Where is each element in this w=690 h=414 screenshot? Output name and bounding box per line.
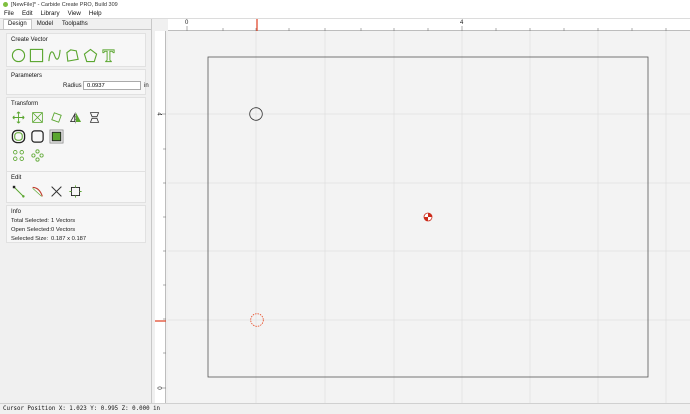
info-title: Info xyxy=(11,209,22,215)
radius-unit: in xyxy=(144,83,149,89)
mirror-icon[interactable] xyxy=(67,109,83,125)
bounding-box-icon[interactable] xyxy=(67,183,83,199)
edit-section: Edit xyxy=(6,171,146,203)
menu-library[interactable]: Library xyxy=(41,10,60,17)
info-total-selected: Total Selected: 1 Vectors xyxy=(11,218,75,224)
create-vector-section: Create Vector xyxy=(6,33,146,67)
ruler-left-label-4: 4 xyxy=(155,112,162,116)
design-canvas[interactable] xyxy=(168,31,690,403)
edit-title: Edit xyxy=(11,175,22,181)
ruler-top[interactable]: 0 4 xyxy=(168,19,690,31)
transform-title: Transform xyxy=(11,101,39,107)
fillet-icon[interactable] xyxy=(29,128,45,144)
rotate-icon[interactable] xyxy=(48,109,64,125)
side-panel: Design Model Toolpaths Create Vector Par… xyxy=(0,19,152,403)
info-label: Total Selected: xyxy=(11,218,50,224)
polyline-icon[interactable] xyxy=(64,47,80,63)
info-value: 0.187 x 0.187 xyxy=(51,236,87,242)
radius-label: Radius xyxy=(63,83,82,89)
info-open-selected: Open Selected:0 Vectors xyxy=(11,227,75,233)
circle-icon[interactable] xyxy=(10,47,26,63)
panel-tabs: Design Model Toolpaths xyxy=(0,19,151,30)
align-icon[interactable] xyxy=(86,109,102,125)
cursor-position: Cursor Position X: 1.023 Y: 0.995 Z: 0.0… xyxy=(3,406,161,412)
scale-icon[interactable] xyxy=(29,109,45,125)
parameters-title: Parameters xyxy=(11,73,43,79)
polygon-icon[interactable] xyxy=(82,47,98,63)
move-icon[interactable] xyxy=(10,109,26,125)
circular-array-icon[interactable] xyxy=(29,147,45,163)
info-value: 0 Vectors xyxy=(51,227,76,233)
origin-marker-icon xyxy=(423,212,433,222)
menu-bar: File Edit Library View Help xyxy=(0,9,690,19)
info-label: Open Selected: xyxy=(11,227,51,233)
parameters-section: Parameters Radius in xyxy=(6,69,149,95)
boolean-icon[interactable] xyxy=(48,128,64,144)
info-selected-size: Selected Size: 0.187 x 0.187 xyxy=(11,236,86,242)
menu-file[interactable]: File xyxy=(4,10,14,17)
title-bar: [NewFile]* - Carbide Create PRO, Build 3… xyxy=(0,0,690,9)
create-vector-title: Create Vector xyxy=(11,37,48,43)
ruler-corner xyxy=(155,19,168,31)
status-bar: Cursor Position X: 1.023 Y: 0.995 Z: 0.0… xyxy=(0,403,690,414)
smooth-icon[interactable] xyxy=(29,183,45,199)
ruler-top-label-4: 4 xyxy=(460,20,464,26)
ruler-left[interactable]: 4 0 xyxy=(155,31,166,403)
text-icon[interactable] xyxy=(100,47,116,63)
offset-icon[interactable] xyxy=(10,128,26,144)
window-title: [NewFile]* - Carbide Create PRO, Build 3… xyxy=(11,1,118,8)
trim-icon[interactable] xyxy=(48,183,64,199)
app-logo-icon xyxy=(3,2,8,7)
menu-help[interactable]: Help xyxy=(89,10,102,17)
menu-view[interactable]: View xyxy=(68,10,81,17)
ruler-top-label-0: 0 xyxy=(185,20,189,26)
ruler-left-label-0: 0 xyxy=(155,386,162,390)
tab-model[interactable]: Model xyxy=(33,20,57,29)
array-icon[interactable] xyxy=(10,147,26,163)
radius-input[interactable] xyxy=(83,81,141,90)
curve-icon[interactable] xyxy=(46,47,62,63)
info-value: 1 Vectors xyxy=(51,218,76,224)
tab-toolpaths[interactable]: Toolpaths xyxy=(58,20,92,29)
tab-design[interactable]: Design xyxy=(3,19,32,29)
menu-edit[interactable]: Edit xyxy=(22,10,33,17)
node-edit-icon[interactable] xyxy=(10,183,26,199)
info-section: Info Total Selected: 1 Vectors Open Selec… xyxy=(6,205,146,243)
rectangle-icon[interactable] xyxy=(28,47,44,63)
info-label: Selected Size: xyxy=(11,236,49,242)
